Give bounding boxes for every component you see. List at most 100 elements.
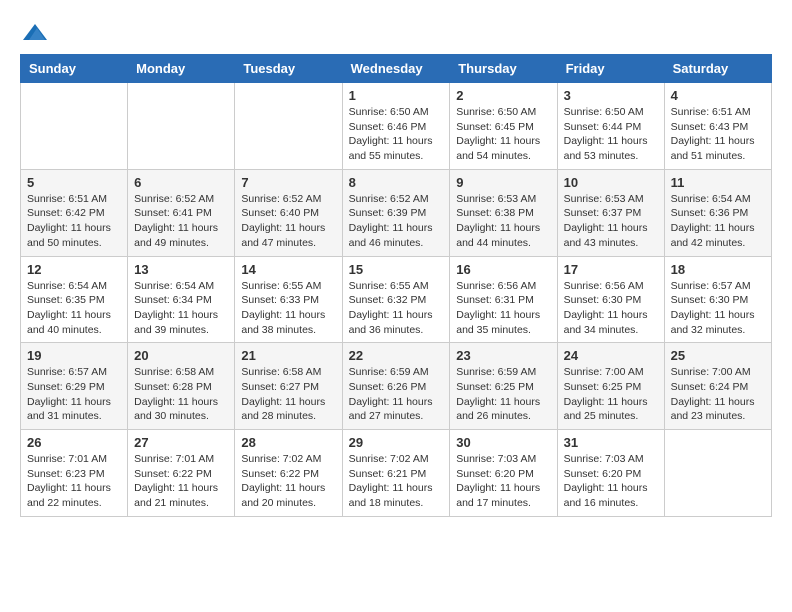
day-number: 4: [671, 88, 765, 103]
day-number: 12: [27, 262, 121, 277]
day-info: Sunrise: 6:57 AM Sunset: 6:29 PM Dayligh…: [27, 365, 121, 424]
calendar-cell: 6 Sunrise: 6:52 AM Sunset: 6:41 PM Daylig…: [128, 169, 235, 256]
day-number: 25: [671, 348, 765, 363]
day-info: Sunrise: 7:03 AM Sunset: 6:20 PM Dayligh…: [456, 452, 550, 511]
day-info: Sunrise: 6:58 AM Sunset: 6:28 PM Dayligh…: [134, 365, 228, 424]
weekday-header-friday: Friday: [557, 55, 664, 83]
day-number: 23: [456, 348, 550, 363]
weekday-header-tuesday: Tuesday: [235, 55, 342, 83]
day-info: Sunrise: 6:56 AM Sunset: 6:31 PM Dayligh…: [456, 279, 550, 338]
calendar-cell: 8Sunrise: 6:52 AM Sunset: 6:39 PM Daylig…: [342, 169, 450, 256]
day-info: Sunrise: 7:01 AM Sunset: 6:22 PM Dayligh…: [134, 452, 228, 511]
weekday-header-monday: Monday: [128, 55, 235, 83]
calendar-week-row: 5 Sunrise: 6:51 AM Sunset: 6:42 PM Daylig…: [21, 169, 772, 256]
calendar-cell: 13 Sunrise: 6:54 AM Sunset: 6:34 PM Dayli…: [128, 256, 235, 343]
day-info: Sunrise: 6:50 AM Sunset: 6:46 PM Dayligh…: [349, 105, 444, 164]
calendar-cell: [21, 83, 128, 170]
day-info: Sunrise: 6:51 AM Sunset: 6:43 PM Dayligh…: [671, 105, 765, 164]
day-info: Sunrise: 6:54 AM Sunset: 6:34 PM Dayligh…: [134, 279, 228, 338]
calendar-cell: 17 Sunrise: 6:56 AM Sunset: 6:30 PM Dayli…: [557, 256, 664, 343]
day-number: 7: [241, 175, 335, 190]
day-info: Sunrise: 7:02 AM Sunset: 6:22 PM Dayligh…: [241, 452, 335, 511]
day-number: 17: [564, 262, 658, 277]
day-number: 26: [27, 435, 121, 450]
day-number: 14: [241, 262, 335, 277]
day-number: 21: [241, 348, 335, 363]
calendar-cell: 22 Sunrise: 6:59 AM Sunset: 6:26 PM Dayli…: [342, 343, 450, 430]
day-number: 5: [27, 175, 121, 190]
calendar-header: SundayMondayTuesdayWednesdayThursdayFrid…: [21, 55, 772, 83]
calendar-cell: 19Sunrise: 6:57 AM Sunset: 6:29 PM Dayli…: [21, 343, 128, 430]
weekday-header-sunday: Sunday: [21, 55, 128, 83]
day-number: 9: [456, 175, 550, 190]
day-number: 28: [241, 435, 335, 450]
day-info: Sunrise: 6:52 AM Sunset: 6:41 PM Dayligh…: [134, 192, 228, 251]
weekday-header-wednesday: Wednesday: [342, 55, 450, 83]
day-info: Sunrise: 6:56 AM Sunset: 6:30 PM Dayligh…: [564, 279, 658, 338]
calendar-cell: 25 Sunrise: 7:00 AM Sunset: 6:24 PM Dayli…: [664, 343, 771, 430]
day-number: 11: [671, 175, 765, 190]
day-info: Sunrise: 6:50 AM Sunset: 6:45 PM Dayligh…: [456, 105, 550, 164]
calendar-cell: 30 Sunrise: 7:03 AM Sunset: 6:20 PM Dayli…: [450, 430, 557, 517]
day-info: Sunrise: 6:57 AM Sunset: 6:30 PM Dayligh…: [671, 279, 765, 338]
calendar-cell: [664, 430, 771, 517]
calendar-cell: 16 Sunrise: 6:56 AM Sunset: 6:31 PM Dayli…: [450, 256, 557, 343]
calendar-cell: 31 Sunrise: 7:03 AM Sunset: 6:20 PM Dayli…: [557, 430, 664, 517]
day-number: 15: [349, 262, 444, 277]
calendar-cell: [235, 83, 342, 170]
day-number: 2: [456, 88, 550, 103]
calendar-cell: 9 Sunrise: 6:53 AM Sunset: 6:38 PM Daylig…: [450, 169, 557, 256]
calendar-cell: 11 Sunrise: 6:54 AM Sunset: 6:36 PM Dayli…: [664, 169, 771, 256]
day-info: Sunrise: 6:51 AM Sunset: 6:42 PM Dayligh…: [27, 192, 121, 251]
calendar-cell: 15 Sunrise: 6:55 AM Sunset: 6:32 PM Dayli…: [342, 256, 450, 343]
day-info: Sunrise: 7:02 AM Sunset: 6:21 PM Dayligh…: [349, 452, 444, 511]
day-number: 13: [134, 262, 228, 277]
calendar-week-row: 26Sunrise: 7:01 AM Sunset: 6:23 PM Dayli…: [21, 430, 772, 517]
calendar-cell: 27 Sunrise: 7:01 AM Sunset: 6:22 PM Dayli…: [128, 430, 235, 517]
day-info: Sunrise: 7:00 AM Sunset: 6:24 PM Dayligh…: [671, 365, 765, 424]
calendar-week-row: 19Sunrise: 6:57 AM Sunset: 6:29 PM Dayli…: [21, 343, 772, 430]
day-info: Sunrise: 7:00 AM Sunset: 6:25 PM Dayligh…: [564, 365, 658, 424]
day-number: 16: [456, 262, 550, 277]
weekday-header-saturday: Saturday: [664, 55, 771, 83]
calendar-cell: 28 Sunrise: 7:02 AM Sunset: 6:22 PM Dayli…: [235, 430, 342, 517]
calendar-cell: 21 Sunrise: 6:58 AM Sunset: 6:27 PM Dayli…: [235, 343, 342, 430]
day-info: Sunrise: 6:50 AM Sunset: 6:44 PM Dayligh…: [564, 105, 658, 164]
calendar-cell: 26Sunrise: 7:01 AM Sunset: 6:23 PM Dayli…: [21, 430, 128, 517]
day-info: Sunrise: 6:59 AM Sunset: 6:26 PM Dayligh…: [349, 365, 444, 424]
day-info: Sunrise: 7:03 AM Sunset: 6:20 PM Dayligh…: [564, 452, 658, 511]
weekday-header-thursday: Thursday: [450, 55, 557, 83]
calendar-cell: 3Sunrise: 6:50 AM Sunset: 6:44 PM Daylig…: [557, 83, 664, 170]
calendar-cell: 7 Sunrise: 6:52 AM Sunset: 6:40 PM Daylig…: [235, 169, 342, 256]
day-number: 31: [564, 435, 658, 450]
day-number: 6: [134, 175, 228, 190]
day-info: Sunrise: 6:53 AM Sunset: 6:38 PM Dayligh…: [456, 192, 550, 251]
calendar-cell: 1 Sunrise: 6:50 AM Sunset: 6:46 PM Daylig…: [342, 83, 450, 170]
day-number: 27: [134, 435, 228, 450]
day-info: Sunrise: 6:55 AM Sunset: 6:33 PM Dayligh…: [241, 279, 335, 338]
day-number: 22: [349, 348, 444, 363]
day-info: Sunrise: 6:52 AM Sunset: 6:40 PM Dayligh…: [241, 192, 335, 251]
day-info: Sunrise: 6:58 AM Sunset: 6:27 PM Dayligh…: [241, 365, 335, 424]
calendar-cell: 24 Sunrise: 7:00 AM Sunset: 6:25 PM Dayli…: [557, 343, 664, 430]
logo: [20, 20, 47, 44]
calendar-cell: [128, 83, 235, 170]
calendar-week-row: 12Sunrise: 6:54 AM Sunset: 6:35 PM Dayli…: [21, 256, 772, 343]
calendar-cell: 10Sunrise: 6:53 AM Sunset: 6:37 PM Dayli…: [557, 169, 664, 256]
day-info: Sunrise: 6:59 AM Sunset: 6:25 PM Dayligh…: [456, 365, 550, 424]
day-number: 1: [349, 88, 444, 103]
day-number: 10: [564, 175, 658, 190]
page-header: [20, 20, 772, 44]
calendar-cell: 12Sunrise: 6:54 AM Sunset: 6:35 PM Dayli…: [21, 256, 128, 343]
day-number: 20: [134, 348, 228, 363]
calendar-cell: 5 Sunrise: 6:51 AM Sunset: 6:42 PM Daylig…: [21, 169, 128, 256]
weekday-header-row: SundayMondayTuesdayWednesdayThursdayFrid…: [21, 55, 772, 83]
day-number: 30: [456, 435, 550, 450]
day-number: 24: [564, 348, 658, 363]
day-info: Sunrise: 6:52 AM Sunset: 6:39 PM Dayligh…: [349, 192, 444, 251]
day-info: Sunrise: 6:54 AM Sunset: 6:36 PM Dayligh…: [671, 192, 765, 251]
day-number: 29: [349, 435, 444, 450]
calendar-cell: 23 Sunrise: 6:59 AM Sunset: 6:25 PM Dayli…: [450, 343, 557, 430]
calendar-cell: 14 Sunrise: 6:55 AM Sunset: 6:33 PM Dayli…: [235, 256, 342, 343]
day-info: Sunrise: 6:55 AM Sunset: 6:32 PM Dayligh…: [349, 279, 444, 338]
